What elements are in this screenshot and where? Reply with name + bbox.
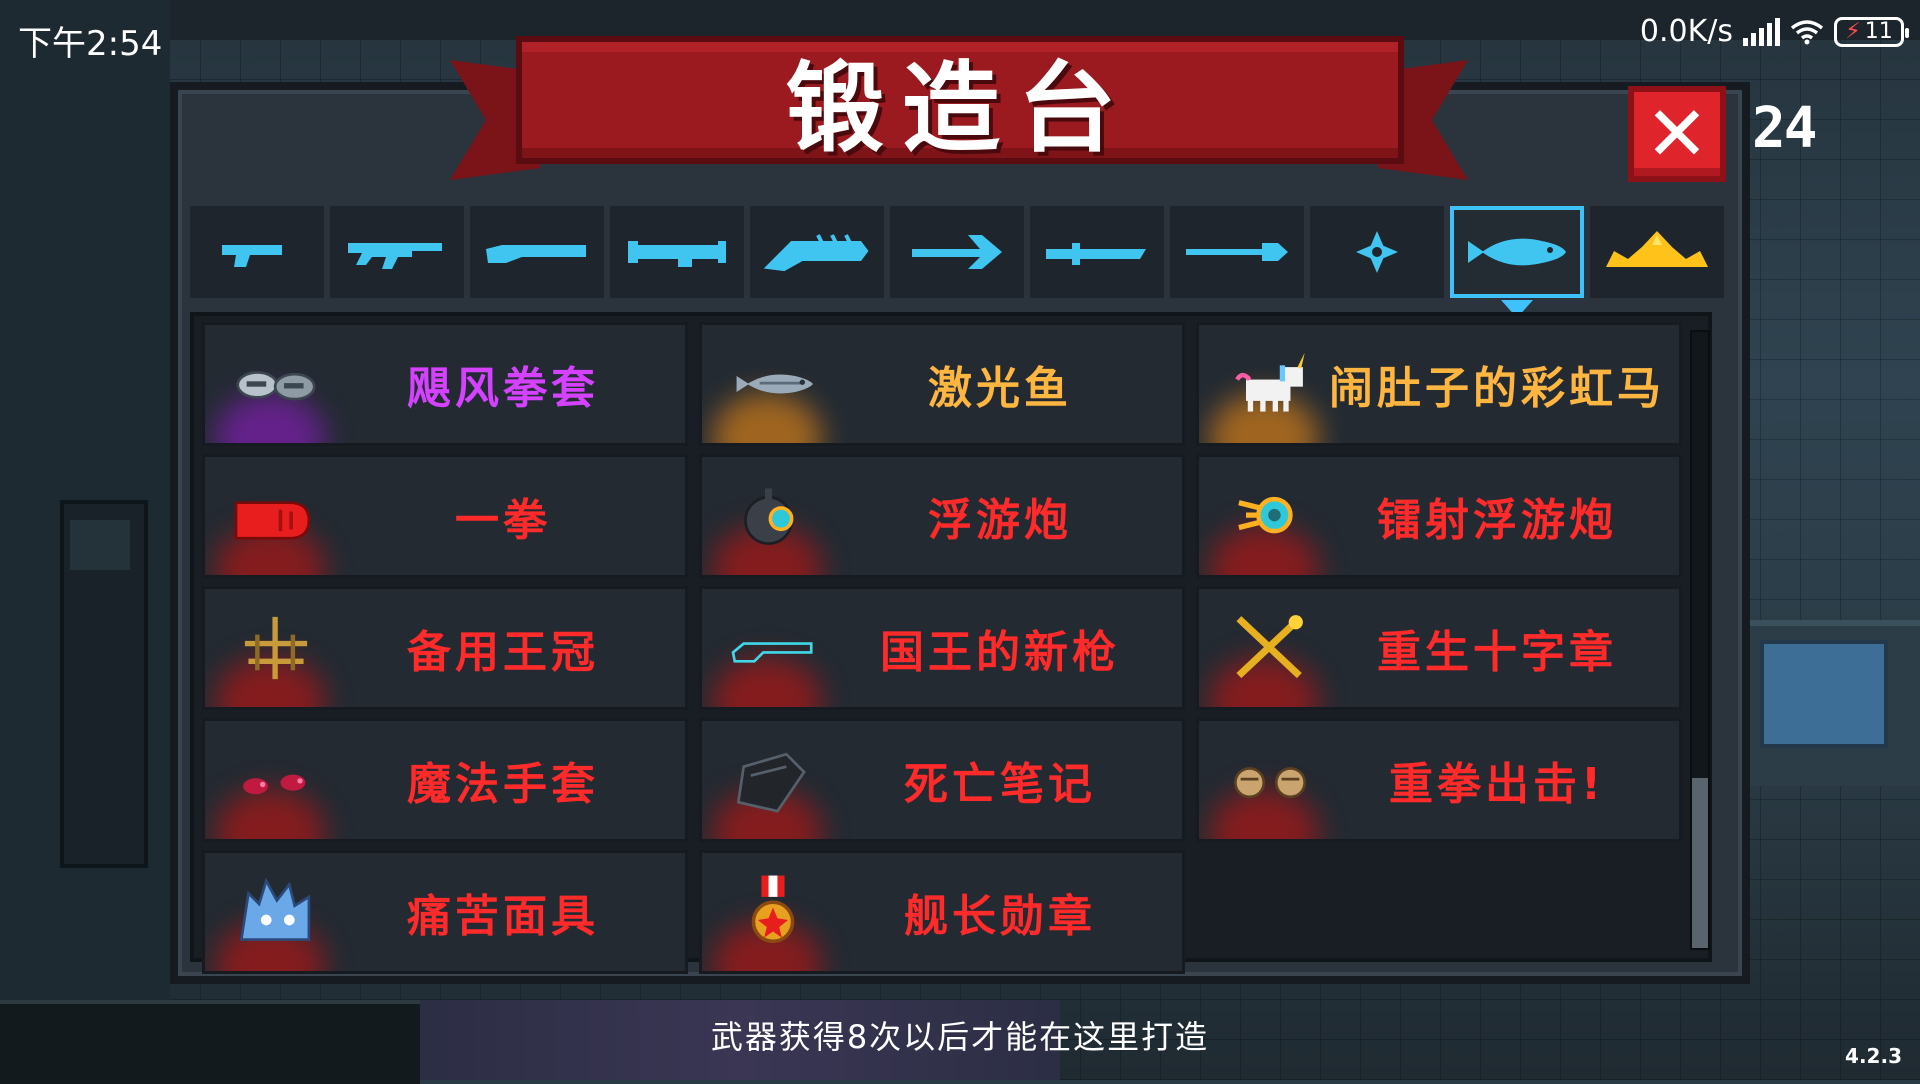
item-cell[interactable]: 舰长勋章 — [699, 850, 1185, 974]
item-cell[interactable]: 重拳出击! — [1196, 718, 1682, 842]
battery-level: 11 — [1864, 19, 1893, 44]
item-name: 魔法手套 — [407, 759, 599, 810]
launcher-icon — [628, 241, 726, 267]
shotgun-icon — [486, 245, 586, 263]
item-cell[interactable]: 死亡笔记 — [699, 718, 1185, 842]
tab-staff[interactable] — [750, 206, 884, 298]
item-name: 死亡笔记 — [904, 759, 1096, 810]
item-cell[interactable]: 闹肚子的彩虹马 — [1196, 322, 1682, 446]
death-note-icon — [718, 735, 828, 825]
item-cell[interactable]: 痛苦面具 — [202, 850, 688, 974]
version-label: 4.2.3 — [1845, 1044, 1902, 1068]
fists-icon — [1215, 735, 1325, 825]
item-name: 备用王冠 — [407, 627, 599, 678]
tab-crown[interactable] — [1590, 206, 1724, 298]
bow-icon — [912, 235, 1002, 269]
close-button[interactable]: ✕ — [1628, 86, 1726, 182]
item-grid: 飓风拳套 激光鱼 闹肚子的彩虹马一拳 浮游炮 镭射浮游炮备用王冠 国王的新枪 重生十字章魔法… — [202, 322, 1682, 974]
spear-icon — [1186, 243, 1288, 261]
tab-melee[interactable] — [1030, 206, 1164, 298]
drone-bomb-icon — [718, 471, 828, 561]
unicorn-icon — [1215, 339, 1325, 429]
background-pillar-top — [70, 520, 130, 570]
rebirth-cross-icon — [1215, 603, 1325, 693]
item-cell[interactable]: 备用王冠 — [202, 586, 688, 710]
item-cell[interactable]: 一拳 — [202, 454, 688, 578]
network-speed: 0.0K/s — [1639, 14, 1733, 49]
melee-icon — [1046, 243, 1146, 265]
item-name: 一拳 — [455, 495, 551, 546]
item-cell[interactable]: 魔法手套 — [202, 718, 688, 842]
item-cell[interactable]: 国王的新枪 — [699, 586, 1185, 710]
battery-icon: ⚡ 11 — [1834, 16, 1909, 47]
page-title: 锻造台 — [785, 52, 1134, 166]
tab-shotgun[interactable] — [470, 206, 604, 298]
item-name: 国王的新枪 — [880, 627, 1120, 678]
wifi-icon — [1790, 19, 1824, 44]
tab-fish[interactable] — [1450, 206, 1584, 298]
tab-bow[interactable] — [890, 206, 1024, 298]
signal-icon — [1743, 17, 1780, 46]
close-icon: ✕ — [1645, 89, 1709, 178]
pain-mask-icon — [221, 867, 331, 957]
scroll-thumb[interactable] — [1692, 778, 1708, 948]
item-cell[interactable]: 重生十字章 — [1196, 586, 1682, 710]
laser-fish-icon — [718, 339, 828, 429]
item-name: 激光鱼 — [928, 363, 1072, 414]
item-name: 浮游炮 — [928, 495, 1072, 546]
charging-bolt-icon: ⚡ — [1845, 19, 1861, 44]
tab-launcher[interactable] — [610, 206, 744, 298]
laser-drone-icon — [1215, 471, 1325, 561]
tab-spear[interactable] — [1170, 206, 1304, 298]
fish-icon — [1468, 238, 1566, 266]
background-wall-left — [0, 0, 170, 1080]
status-time: 下午2:54 — [18, 24, 163, 64]
item-name: 镭射浮游炮 — [1377, 495, 1617, 546]
item-cell[interactable]: 激光鱼 — [699, 322, 1185, 446]
captain-medal-icon — [718, 867, 828, 957]
scrollbar[interactable] — [1690, 330, 1710, 950]
gem-count: 24 — [1752, 96, 1817, 161]
item-name: 痛苦面具 — [407, 891, 599, 942]
rifle-icon — [348, 243, 442, 269]
tab-rifle[interactable] — [330, 206, 464, 298]
forge-hint: 武器获得8次以后才能在这里打造 — [710, 1018, 1210, 1056]
item-cell[interactable]: 飓风拳套 — [202, 322, 688, 446]
spare-crown-icon — [221, 603, 331, 693]
item-name: 重拳出击! — [1388, 759, 1606, 810]
tab-shuriken[interactable] — [1310, 206, 1444, 298]
tab-pistol[interactable] — [190, 206, 324, 298]
crown-icon — [1606, 231, 1708, 267]
background-screen — [1760, 640, 1888, 748]
pistol-icon — [222, 245, 282, 267]
shuriken-icon — [1356, 231, 1398, 273]
staff-icon — [763, 234, 869, 272]
item-cell[interactable]: 镭射浮游炮 — [1196, 454, 1682, 578]
item-name: 舰长勋章 — [904, 891, 1096, 942]
title-banner: 锻造台 — [516, 36, 1404, 166]
status-bar-right: 0.0K/s ⚡ 11 — [1639, 14, 1909, 49]
item-name: 飓风拳套 — [407, 363, 599, 414]
item-name: 重生十字章 — [1377, 627, 1617, 678]
invisible-gun-icon — [718, 603, 828, 693]
red-fist-icon — [221, 471, 331, 561]
magic-glove-icon — [221, 735, 331, 825]
item-name: 闹肚子的彩虹马 — [1329, 363, 1665, 414]
gauntlet-pair-icon — [221, 339, 331, 429]
item-cell[interactable]: 浮游炮 — [699, 454, 1185, 578]
category-tabs — [190, 206, 1730, 298]
